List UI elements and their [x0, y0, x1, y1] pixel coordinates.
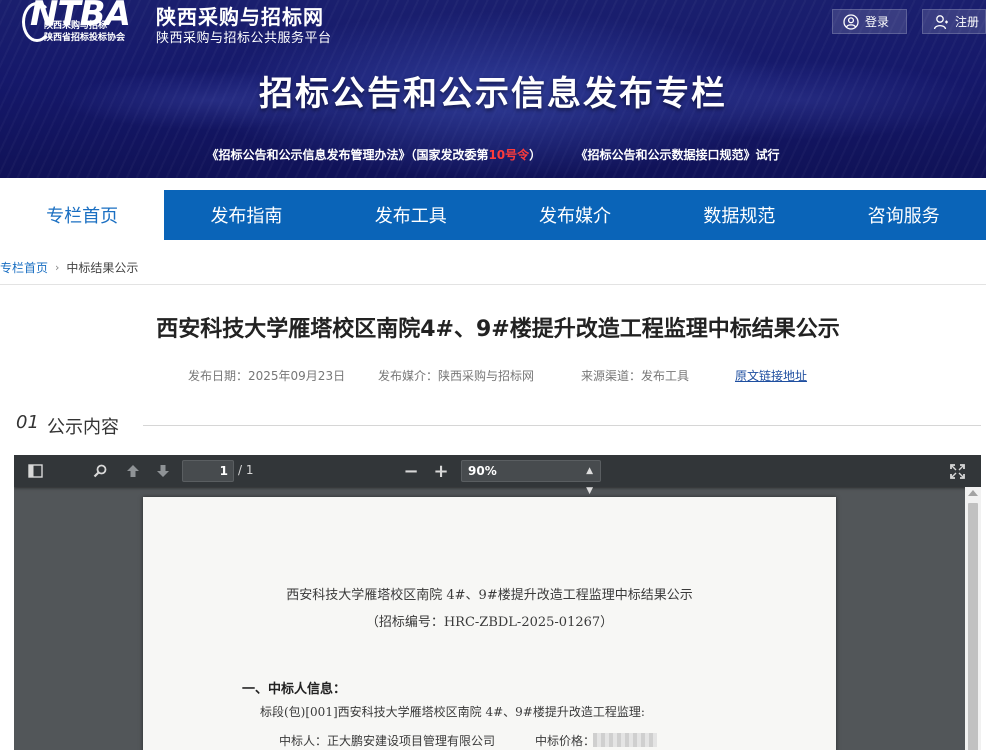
arrow-up-icon[interactable] — [122, 460, 144, 482]
main-nav: 专栏首页 发布指南 发布工具 发布媒介 数据规范 咨询服务 — [0, 190, 986, 240]
nav-data-spec[interactable]: 数据规范 — [657, 190, 821, 240]
pdf-scrollbar[interactable] — [965, 487, 981, 750]
nav-home[interactable]: 专栏首页 — [0, 190, 165, 240]
doc-section-heading: 一、中标人信息： — [242, 682, 347, 697]
scrollbar-thumb[interactable] — [968, 503, 978, 750]
register-label: 注册 — [955, 15, 980, 29]
pdf-viewer: 1 / 1 − + 90% ▲ ▼ 西安科技大学雁塔校区南院 4#、9#楼提升改造… — [14, 455, 981, 750]
banner-links: 《招标公告和公示信息发布管理办法》（国家发改委第10号令） 《招标公告和公示数据… — [0, 146, 986, 163]
user-circle-icon — [843, 13, 859, 30]
sidebar-toggle-icon[interactable] — [24, 460, 46, 482]
regulation-number: 10号令 — [488, 148, 530, 162]
nav-consult[interactable]: 咨询服务 — [821, 190, 985, 240]
scroll-up-icon[interactable] — [968, 490, 978, 496]
divider — [0, 284, 986, 285]
doc-price-label: 中标价格： — [535, 734, 596, 748]
data-spec-link[interactable]: 《招标公告和公示数据接口规范》试行 — [576, 148, 780, 162]
fullscreen-icon[interactable] — [946, 460, 968, 482]
doc-winner: 中标人：正大鹏安建设项目管理有限公司 — [279, 734, 496, 748]
arrow-down-icon[interactable] — [152, 460, 174, 482]
site-name[interactable]: 陕西采购与招标网 — [156, 1, 324, 30]
login-button[interactable]: 登录 — [832, 9, 907, 34]
zoom-value: 90% — [468, 464, 497, 478]
pdf-toolbar: 1 / 1 − + 90% ▲ ▼ — [14, 455, 981, 496]
regulation-link[interactable]: 《招标公告和公示信息发布管理办法》（国家发改委第10号令） — [206, 148, 541, 162]
logo-sub-2: 陕西省招标投标协会 — [44, 33, 126, 43]
article-title: 西安科技大学雁塔校区南院4#、9#楼提升改造工程监理中标结果公示 — [156, 317, 840, 342]
page-total: / 1 — [238, 463, 254, 477]
breadcrumb-current: 中标结果公示 — [66, 261, 139, 275]
publish-media: 发布媒介：陕西采购与招标网 — [378, 369, 535, 383]
header-banner: NTBA 陕西采购与招标 陕西省招标投标协会 陕西采购与招标网 陕西采购与招标公… — [0, 0, 986, 178]
nav-media[interactable]: 发布媒介 — [493, 190, 657, 240]
user-icon — [933, 14, 948, 29]
doc-lot: 标段(包)[001]西安科技大学雁塔校区南院 4#、9#楼提升改造工程监理: — [260, 705, 645, 719]
pdf-page: 西安科技大学雁塔校区南院 4#、9#楼提升改造工程监理中标结果公示 （招标编号：… — [143, 497, 836, 750]
regulation-link-close: ） — [529, 148, 542, 162]
regulation-link-text: 《招标公告和公示信息发布管理办法》（国家发改委第 — [206, 148, 489, 162]
source-channel: 来源渠道：发布工具 — [581, 369, 690, 383]
section-title: 公示内容 — [47, 417, 119, 438]
redacted-price — [593, 733, 657, 747]
banner-title: 招标公告和公示信息发布专栏 — [259, 74, 727, 114]
login-label: 登录 — [865, 15, 890, 29]
select-caret-icon: ▲ ▼ — [586, 466, 593, 496]
original-link[interactable]: 原文链接地址 — [735, 367, 807, 384]
publish-date: 发布日期：2025年09月23日 — [188, 369, 346, 383]
section-number: 01 — [16, 412, 39, 433]
nav-tools[interactable]: 发布工具 — [329, 190, 493, 240]
breadcrumb: 专栏首页 › 中标结果公示 — [0, 259, 138, 276]
doc-code: （招标编号：HRC-ZBDL-2025-01267） — [365, 615, 614, 630]
site-logo[interactable]: NTBA 陕西采购与招标 陕西省招标投标协会 — [20, 0, 148, 46]
doc-title: 西安科技大学雁塔校区南院 4#、9#楼提升改造工程监理中标结果公示 — [286, 588, 693, 603]
site-subtitle: 陕西采购与招标公共服务平台 — [156, 31, 332, 46]
page-number-input[interactable]: 1 — [182, 460, 234, 482]
zoom-out-icon[interactable]: − — [400, 460, 422, 482]
breadcrumb-home[interactable]: 专栏首页 — [0, 259, 48, 276]
nav-guide[interactable]: 发布指南 — [164, 190, 328, 240]
chevron-right-icon: › — [55, 261, 60, 274]
section-divider — [143, 425, 981, 426]
zoom-select[interactable]: 90% ▲ ▼ — [461, 460, 601, 496]
search-icon[interactable] — [89, 460, 111, 482]
zoom-in-icon[interactable]: + — [430, 460, 452, 482]
register-button[interactable]: 注册 — [922, 9, 986, 34]
